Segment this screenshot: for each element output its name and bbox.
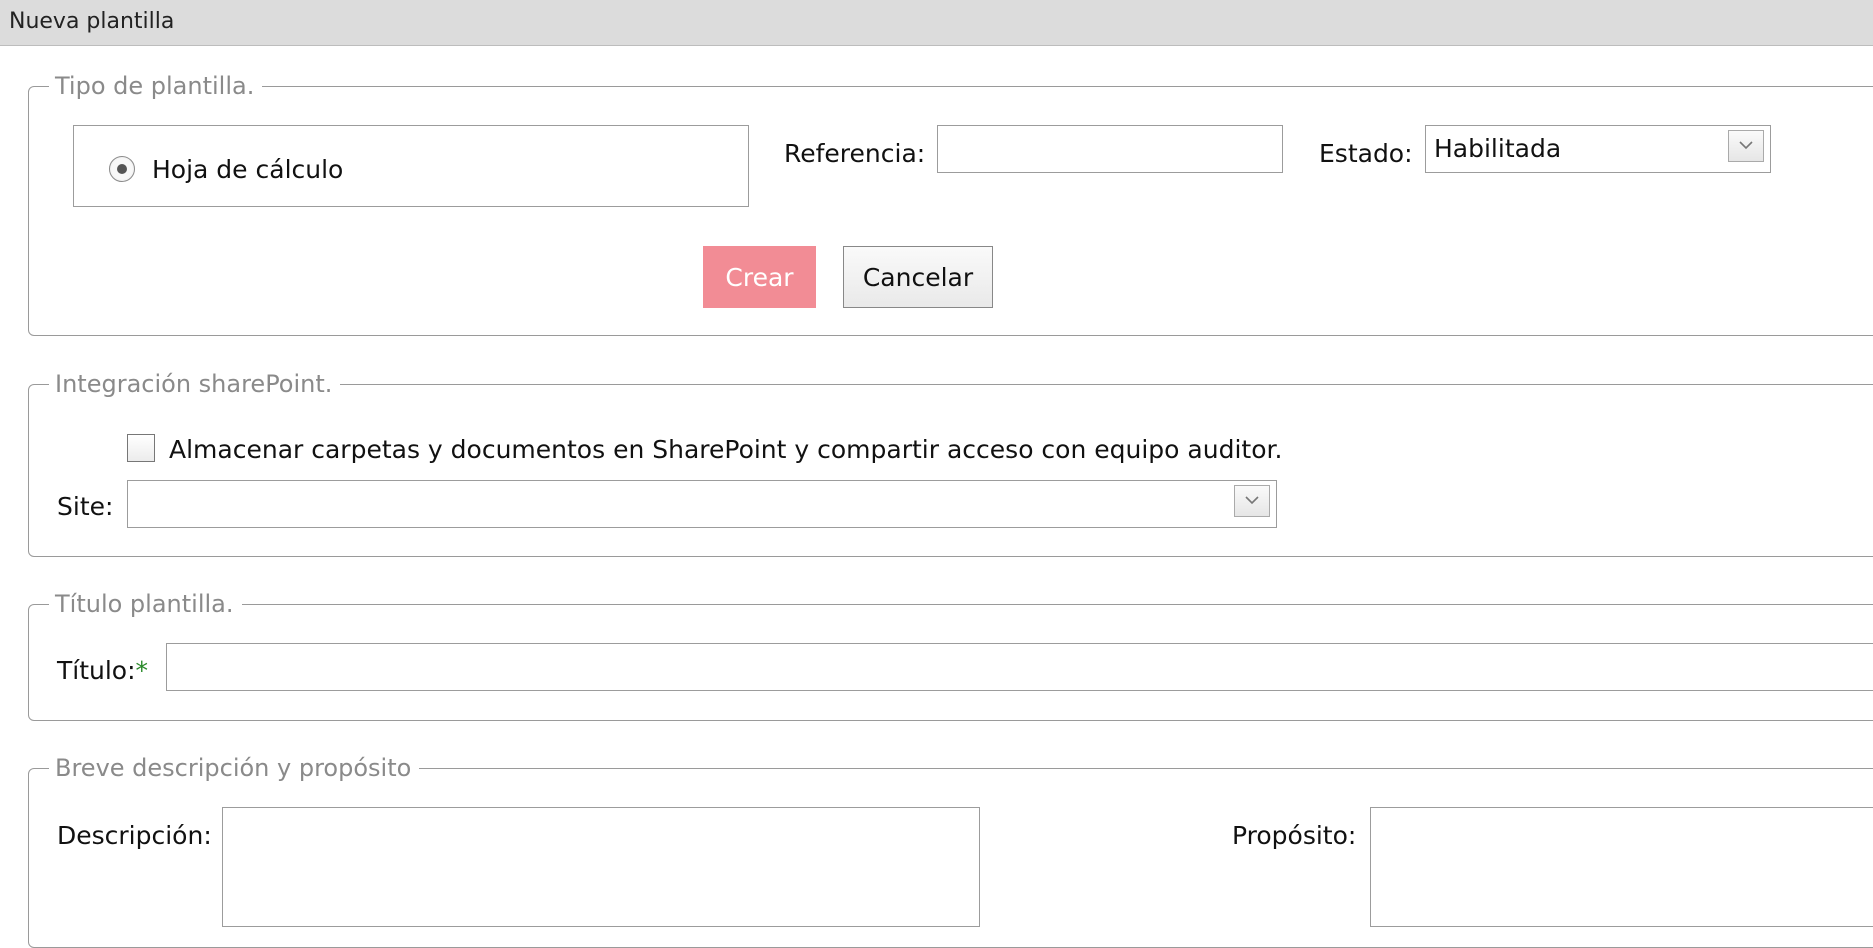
site-select[interactable]: [127, 480, 1277, 528]
referencia-input[interactable]: [937, 125, 1283, 173]
titulo-label-text: Título:: [57, 656, 136, 685]
estado-selected-value: Habilitada: [1434, 134, 1562, 163]
fieldset-sharepoint: Integración sharePoint. Almacenar carpet…: [28, 369, 1873, 557]
descripcion-textarea[interactable]: [222, 807, 980, 927]
estado-label: Estado:: [1319, 139, 1413, 168]
titulo-input[interactable]: [166, 643, 1873, 691]
referencia-label: Referencia:: [784, 139, 926, 168]
site-dropdown-button[interactable]: [1234, 485, 1270, 517]
estado-dropdown-button[interactable]: [1728, 130, 1764, 162]
cancelar-button[interactable]: Cancelar: [843, 246, 993, 308]
crear-button[interactable]: Crear: [703, 246, 816, 308]
radio-hoja-calculo[interactable]: [109, 156, 135, 182]
legend-tipo-plantilla: Tipo de plantilla.: [49, 71, 263, 101]
site-label: Site:: [57, 492, 114, 521]
titulo-label: Título:*: [57, 656, 148, 685]
window-title: Nueva plantilla: [9, 9, 175, 34]
proposito-label: Propósito:: [1232, 821, 1357, 850]
fieldset-titulo-plantilla: Título plantilla. Título:*: [28, 589, 1873, 721]
legend-titulo-plantilla: Título plantilla.: [49, 589, 242, 619]
sharepoint-checkbox-label: Almacenar carpetas y documentos en Share…: [169, 435, 1283, 464]
window-title-bar: Nueva plantilla: [0, 0, 1873, 46]
fieldset-descripcion: Breve descripción y propósito Descripció…: [28, 753, 1873, 948]
chevron-down-icon: [1739, 141, 1753, 150]
radio-hoja-calculo-label: Hoja de cálculo: [152, 155, 344, 184]
sharepoint-checkbox[interactable]: [127, 434, 155, 462]
legend-descripcion: Breve descripción y propósito: [49, 753, 420, 783]
radio-group-box: Hoja de cálculo: [73, 125, 749, 207]
proposito-textarea[interactable]: [1370, 807, 1873, 927]
estado-select[interactable]: Habilitada: [1425, 125, 1771, 173]
descripcion-label: Descripción:: [57, 821, 212, 850]
chevron-down-icon: [1245, 496, 1259, 505]
fieldset-tipo-plantilla: Tipo de plantilla. Hoja de cálculo Refer…: [28, 71, 1873, 336]
legend-sharepoint: Integración sharePoint.: [49, 369, 341, 399]
required-asterisk: *: [135, 656, 149, 685]
